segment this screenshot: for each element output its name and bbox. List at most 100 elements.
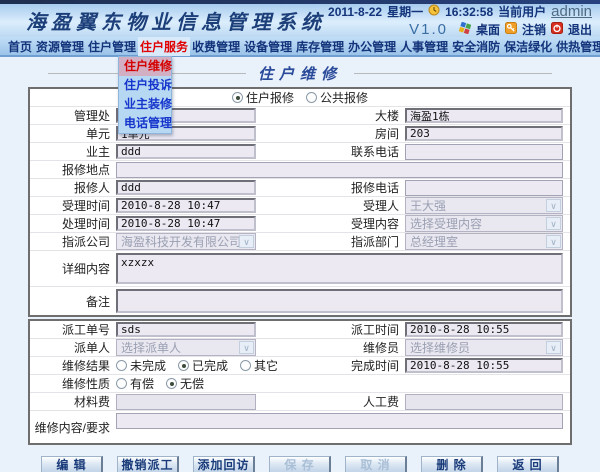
contact-phone-input[interactable] (405, 143, 563, 160)
owner-input[interactable] (116, 144, 256, 159)
cancel-button: 取 消 (345, 456, 407, 472)
chevron-down-icon: ∨ (239, 235, 254, 248)
labor-fee-input[interactable] (405, 393, 563, 410)
current-user-label: 当前用户 (498, 5, 547, 19)
logout-icon[interactable] (504, 22, 517, 37)
repair-nature-radios: 有偿 无偿 (116, 375, 204, 392)
nav-item-cleaning[interactable]: 保洁绿化 (502, 37, 554, 56)
room-input[interactable] (405, 126, 563, 141)
accept-time-input[interactable] (116, 198, 256, 213)
report-type-row: 住户报修 公共报修 (30, 89, 570, 107)
dispatch-time-input[interactable] (405, 322, 563, 337)
exit-icon[interactable] (550, 22, 563, 37)
radio-off-icon (116, 360, 127, 371)
nav-item-safety[interactable]: 安全消防 (450, 37, 502, 56)
assigned-dept-select[interactable]: 总经理室 ∨ (405, 233, 563, 250)
accept-content-label: 受理内容 (350, 217, 399, 231)
process-time-input[interactable] (116, 216, 256, 231)
desktop-link[interactable]: 桌面 (476, 21, 500, 38)
nature-paid[interactable]: 有偿 (116, 375, 154, 392)
repair-info-box: 住户报修 公共报修 管理处 大楼 单元 房间 业主 联系电话 报修地点 报修人 … (28, 87, 572, 317)
menu-item-resident-complaint[interactable]: 住户投诉 (119, 76, 172, 95)
back-button[interactable]: 返 回 (497, 456, 559, 472)
repair-requirement-label: 维修内容/要求 (34, 420, 110, 435)
row-repair-location: 报修地点 (30, 161, 570, 179)
nav-item-resources[interactable]: 资源管理 (34, 37, 86, 56)
repairman-select[interactable]: 选择维修员 ∨ (405, 339, 563, 356)
row-nature: 维修性质 有偿 无偿 (30, 375, 570, 393)
chevron-down-icon: ∨ (546, 217, 561, 230)
row-repair-requirement: 维修内容/要求 (30, 411, 570, 443)
current-time: 16:32:58 (445, 4, 494, 19)
exit-link[interactable]: 退出 (568, 21, 592, 38)
result-unfinished[interactable]: 未完成 (116, 357, 166, 374)
header-status-line: 2011-8-22 星期一 16:32:58 当前用户 admin (328, 3, 592, 20)
reporter-input[interactable] (116, 180, 256, 195)
dispatcher-select[interactable]: 选择派单人 ∨ (116, 339, 256, 356)
repair-requirement-textarea[interactable] (116, 413, 563, 429)
remark-textarea[interactable] (116, 289, 563, 313)
nav-item-heating[interactable]: 供热管理 (554, 37, 600, 56)
acceptor-value: 王大强 (410, 199, 447, 213)
report-type-public[interactable]: 公共报修 (306, 89, 368, 106)
row-process-time-content: 处理时间 受理内容 选择受理内容 ∨ (30, 215, 570, 233)
assigned-company-select[interactable]: 海盈科技开发有限公司 ∨ (116, 233, 256, 250)
chevron-down-icon: ∨ (546, 199, 561, 212)
chevron-down-icon: ∨ (239, 341, 254, 354)
accept-time-label: 受理时间 (61, 199, 110, 213)
nature-free[interactable]: 无偿 (166, 375, 204, 392)
nav-item-resident-service[interactable]: 住户服务 (138, 36, 191, 56)
dispatch-time-label: 派工时间 (350, 323, 399, 337)
menu-item-phone-management[interactable]: 电话管理 (119, 114, 172, 133)
menu-item-owner-decoration[interactable]: 业主装修 (119, 95, 172, 114)
report-phone-input[interactable] (405, 179, 563, 196)
contact-phone-label: 联系电话 (350, 145, 399, 159)
save-button: 保 存 (269, 456, 331, 472)
unit-label: 单元 (85, 127, 110, 141)
result-other[interactable]: 其它 (240, 357, 278, 374)
row-detail-content: 详细内容 xzxzx (30, 251, 570, 287)
add-followup-button[interactable]: 添加回访 (193, 456, 255, 472)
cancel-dispatch-button[interactable]: 撤销派工 (117, 456, 179, 472)
result-finished[interactable]: 已完成 (178, 357, 228, 374)
username-link[interactable]: admin (551, 3, 592, 20)
system-title: 海盈翼东物业信息管理系统 (26, 10, 326, 34)
repair-location-label: 报修地点 (61, 163, 110, 177)
accept-content-select[interactable]: 选择受理内容 ∨ (405, 215, 563, 232)
row-assigned-company-dept: 指派公司 海盈科技开发有限公司 ∨ 指派部门 总经理室 ∨ (30, 233, 570, 251)
page-title: 住户维修 (258, 64, 343, 83)
detail-content-textarea[interactable]: xzxzx (116, 253, 563, 284)
menu-item-resident-repair[interactable]: 住户维修 (119, 57, 172, 76)
row-reporter-phone: 报修人 报修电话 (30, 179, 570, 197)
row-fees: 材料费 人工费 (30, 393, 570, 411)
nav-item-equipment[interactable]: 设备管理 (242, 37, 294, 56)
acceptor-select[interactable]: 王大强 ∨ (405, 197, 563, 214)
repair-result-label: 维修结果 (61, 359, 110, 373)
nav-item-inventory[interactable]: 库存管理 (294, 37, 346, 56)
acceptor-label: 受理人 (362, 199, 399, 213)
labor-fee-label: 人工费 (362, 395, 399, 409)
delete-button[interactable]: 删 除 (421, 456, 483, 472)
finish-time-input[interactable] (405, 358, 563, 373)
work-order-no-input[interactable] (116, 322, 256, 337)
nav-item-residents[interactable]: 住户管理 (86, 37, 138, 56)
nav-item-hr[interactable]: 人事管理 (398, 37, 450, 56)
nav-item-home[interactable]: 首页 (6, 37, 34, 56)
edit-button[interactable]: 编 辑 (41, 456, 103, 472)
assigned-dept-label: 指派部门 (350, 235, 399, 249)
repair-location-input[interactable] (116, 161, 563, 178)
report-type-resident[interactable]: 住户报修 (231, 89, 294, 106)
header-action-line: V1.0 桌面 注销 退出 (409, 21, 592, 38)
nav-item-fees[interactable]: 收费管理 (190, 37, 242, 56)
material-fee-input[interactable] (116, 393, 256, 410)
button-bar: 编 辑 撤销派工 添加回访 保 存 取 消 删 除 返 回 (0, 456, 600, 472)
logout-link[interactable]: 注销 (522, 21, 546, 38)
nav-item-office[interactable]: 办公管理 (346, 37, 398, 56)
repairman-value: 选择维修员 (410, 341, 471, 355)
result-unfinished-label: 未完成 (130, 359, 167, 373)
version-label: V1.0 (409, 21, 448, 38)
desktop-icon[interactable] (458, 21, 472, 37)
result-finished-label: 已完成 (192, 359, 229, 373)
building-input[interactable] (405, 108, 563, 123)
repair-nature-label: 维修性质 (61, 377, 110, 391)
